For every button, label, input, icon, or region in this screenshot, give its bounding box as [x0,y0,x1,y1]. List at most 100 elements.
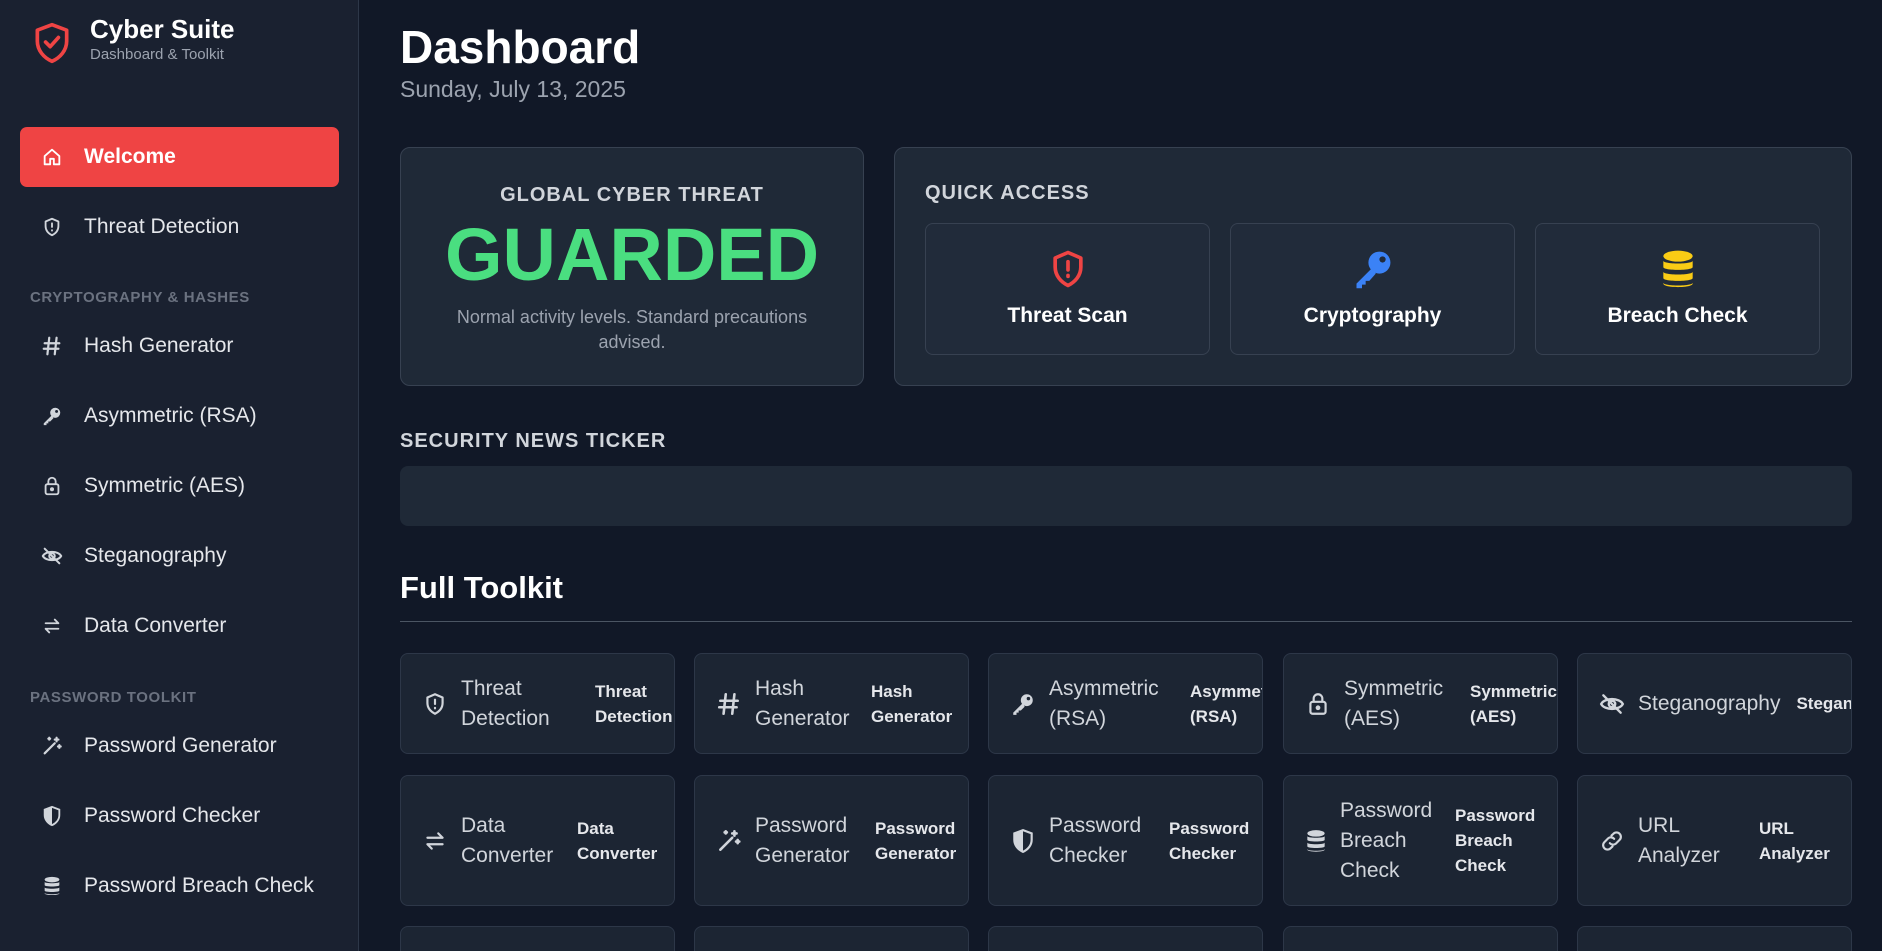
lock-icon [1304,690,1332,718]
tool-card[interactable] [400,926,675,951]
page-title: Dashboard [400,21,641,73]
key-icon [1350,246,1396,292]
hash-icon [40,334,64,358]
sidebar-item-label: Threat Detection [84,215,240,238]
tool-name: Threat Detection [461,676,550,730]
sidebar-item-hash-generator[interactable]: Hash Generator [20,316,339,376]
tool-card-password-breach-check[interactable]: Password Breach Check Password Breach Ch… [1283,775,1558,906]
sidebar-item-steganography[interactable]: Steganography [20,526,339,586]
database-icon [40,874,64,898]
eye-off-icon [1598,690,1626,718]
tool-card[interactable] [1283,926,1558,951]
quick-threat-scan-button[interactable]: Threat Scan [925,223,1210,355]
quick-access-label: Breach Check [1607,304,1748,327]
shield-alert-icon [1045,246,1091,292]
brand: Cyber Suite Dashboard & Toolkit [30,14,235,66]
sidebar-item-label: Password Generator [84,734,277,757]
news-ticker [400,466,1852,526]
shield-check-icon [35,22,69,64]
tool-subtitle: Password Checker [1169,818,1250,863]
sidebar-section-title: CRYPTOGRAPHY & HASHES [30,289,250,306]
quick-breach-check-button[interactable]: Breach Check [1535,223,1820,355]
sidebar-item-symmetric-aes[interactable]: Symmetric (AES) [20,456,339,516]
magic-wand-icon [40,734,64,758]
lock-icon [40,474,64,498]
threat-label: GLOBAL CYBER THREAT [500,184,764,206]
sidebar-section-title: PASSWORD TOOLKIT [30,689,197,706]
threat-level: GUARDED [444,213,820,296]
sidebar-item-label: Symmetric (AES) [84,474,246,497]
sidebar-item-label: Welcome [84,145,176,168]
sidebar-item-welcome[interactable]: Welcome [20,127,339,187]
link-icon [1598,827,1626,855]
tool-card-steganography[interactable]: Steganography Steganog [1577,653,1852,754]
sidebar-item-label: Steganography [84,544,227,567]
brand-title: Cyber Suite [90,14,235,44]
tool-name: Steganography [1638,691,1781,715]
shield-half-icon [40,804,64,828]
sidebar-item-password-generator[interactable]: Password Generator [20,716,339,776]
arrows-swap-icon [40,614,64,638]
threat-description: Normal activity levels. Standard precaut… [456,307,808,352]
tool-subtitle: Asymmetric (RSA) [1190,681,1262,726]
sidebar-item-password-breach-check[interactable]: Password Breach Check [20,856,339,916]
sidebar: Cyber Suite Dashboard & Toolkit Welcome … [0,0,359,951]
tool-card-password-generator[interactable]: Password Generator Password Generator [694,775,969,906]
database-icon [1302,827,1330,855]
tool-subtitle: Data Converter [577,818,658,863]
tool-card-symmetric-aes[interactable]: Symmetric (AES) Symmetric (AES) [1283,653,1558,754]
quick-access-title: QUICK ACCESS [925,182,1090,204]
tool-name: URL Analyzer [1638,813,1720,867]
threat-level-card: GLOBAL CYBER THREAT GUARDED Normal activ… [400,147,864,386]
sidebar-item-asymmetric-rsa[interactable]: Asymmetric (RSA) [20,386,339,446]
shield-alert-icon [40,215,64,239]
key-icon [1009,690,1037,718]
home-icon [40,145,64,169]
database-icon [1655,246,1701,292]
tool-name: Asymmetric (RSA) [1049,676,1159,730]
tool-subtitle: Steganog [1796,694,1852,713]
ticker-title: SECURITY NEWS TICKER [400,430,667,452]
shield-half-icon [1009,827,1037,855]
tool-name: Hash Generator [755,676,850,730]
sidebar-item-label: Hash Generator [84,334,234,357]
sidebar-item-label: Password Checker [84,804,261,827]
tool-card[interactable] [694,926,969,951]
tool-card-threat-detection[interactable]: Threat Detection Threat Detection [400,653,675,754]
key-icon [40,404,64,428]
sidebar-item-password-checker[interactable]: Password Checker [20,786,339,846]
tool-subtitle: Threat Detection [595,681,673,726]
sidebar-item-label: Data Converter [84,614,227,637]
tool-subtitle: Symmetric (AES) [1470,681,1557,726]
tool-name: Data Converter [461,813,554,867]
sidebar-item-label: Password Breach Check [84,874,314,897]
toolkit-title: Full Toolkit [400,570,564,605]
tool-card[interactable] [988,926,1263,951]
tool-name: Password Breach Check [1340,798,1433,882]
sidebar-item-data-converter[interactable]: Data Converter [20,596,339,656]
sidebar-item-threat-detection[interactable]: Threat Detection [20,197,339,257]
tool-name: Password Generator [755,813,850,867]
tool-subtitle: Hash Generator [871,681,953,726]
tool-subtitle: URL Analyzer [1759,818,1830,863]
hash-icon [715,690,743,718]
arrows-swap-icon [421,827,449,855]
page-date: Sunday, July 13, 2025 [400,76,626,102]
tool-subtitle: Password Generator [875,818,957,863]
tool-card-password-checker[interactable]: Password Checker Password Checker [988,775,1263,906]
quick-access-card: QUICK ACCESS Threat Scan Cryptography Br… [894,147,1852,386]
eye-off-icon [40,544,64,568]
tool-name: Symmetric (AES) [1344,676,1444,730]
brand-subtitle: Dashboard & Toolkit [90,46,224,63]
sidebar-item-label: Asymmetric (RSA) [84,404,257,427]
tool-card-asymmetric-rsa[interactable]: Asymmetric (RSA) Asymmetric (RSA) [988,653,1263,754]
quick-cryptography-button[interactable]: Cryptography [1230,223,1515,355]
magic-wand-icon [715,827,743,855]
quick-access-label: Cryptography [1303,304,1442,327]
quick-access-label: Threat Scan [1007,304,1128,327]
tool-card-data-converter[interactable]: Data Converter Data Converter [400,775,675,906]
tool-card[interactable] [1577,926,1852,951]
tool-name: Password Checker [1049,813,1142,867]
tool-card-hash-generator[interactable]: Hash Generator Hash Generator [694,653,969,754]
tool-card-url-analyzer[interactable]: URL Analyzer URL Analyzer [1577,775,1852,906]
